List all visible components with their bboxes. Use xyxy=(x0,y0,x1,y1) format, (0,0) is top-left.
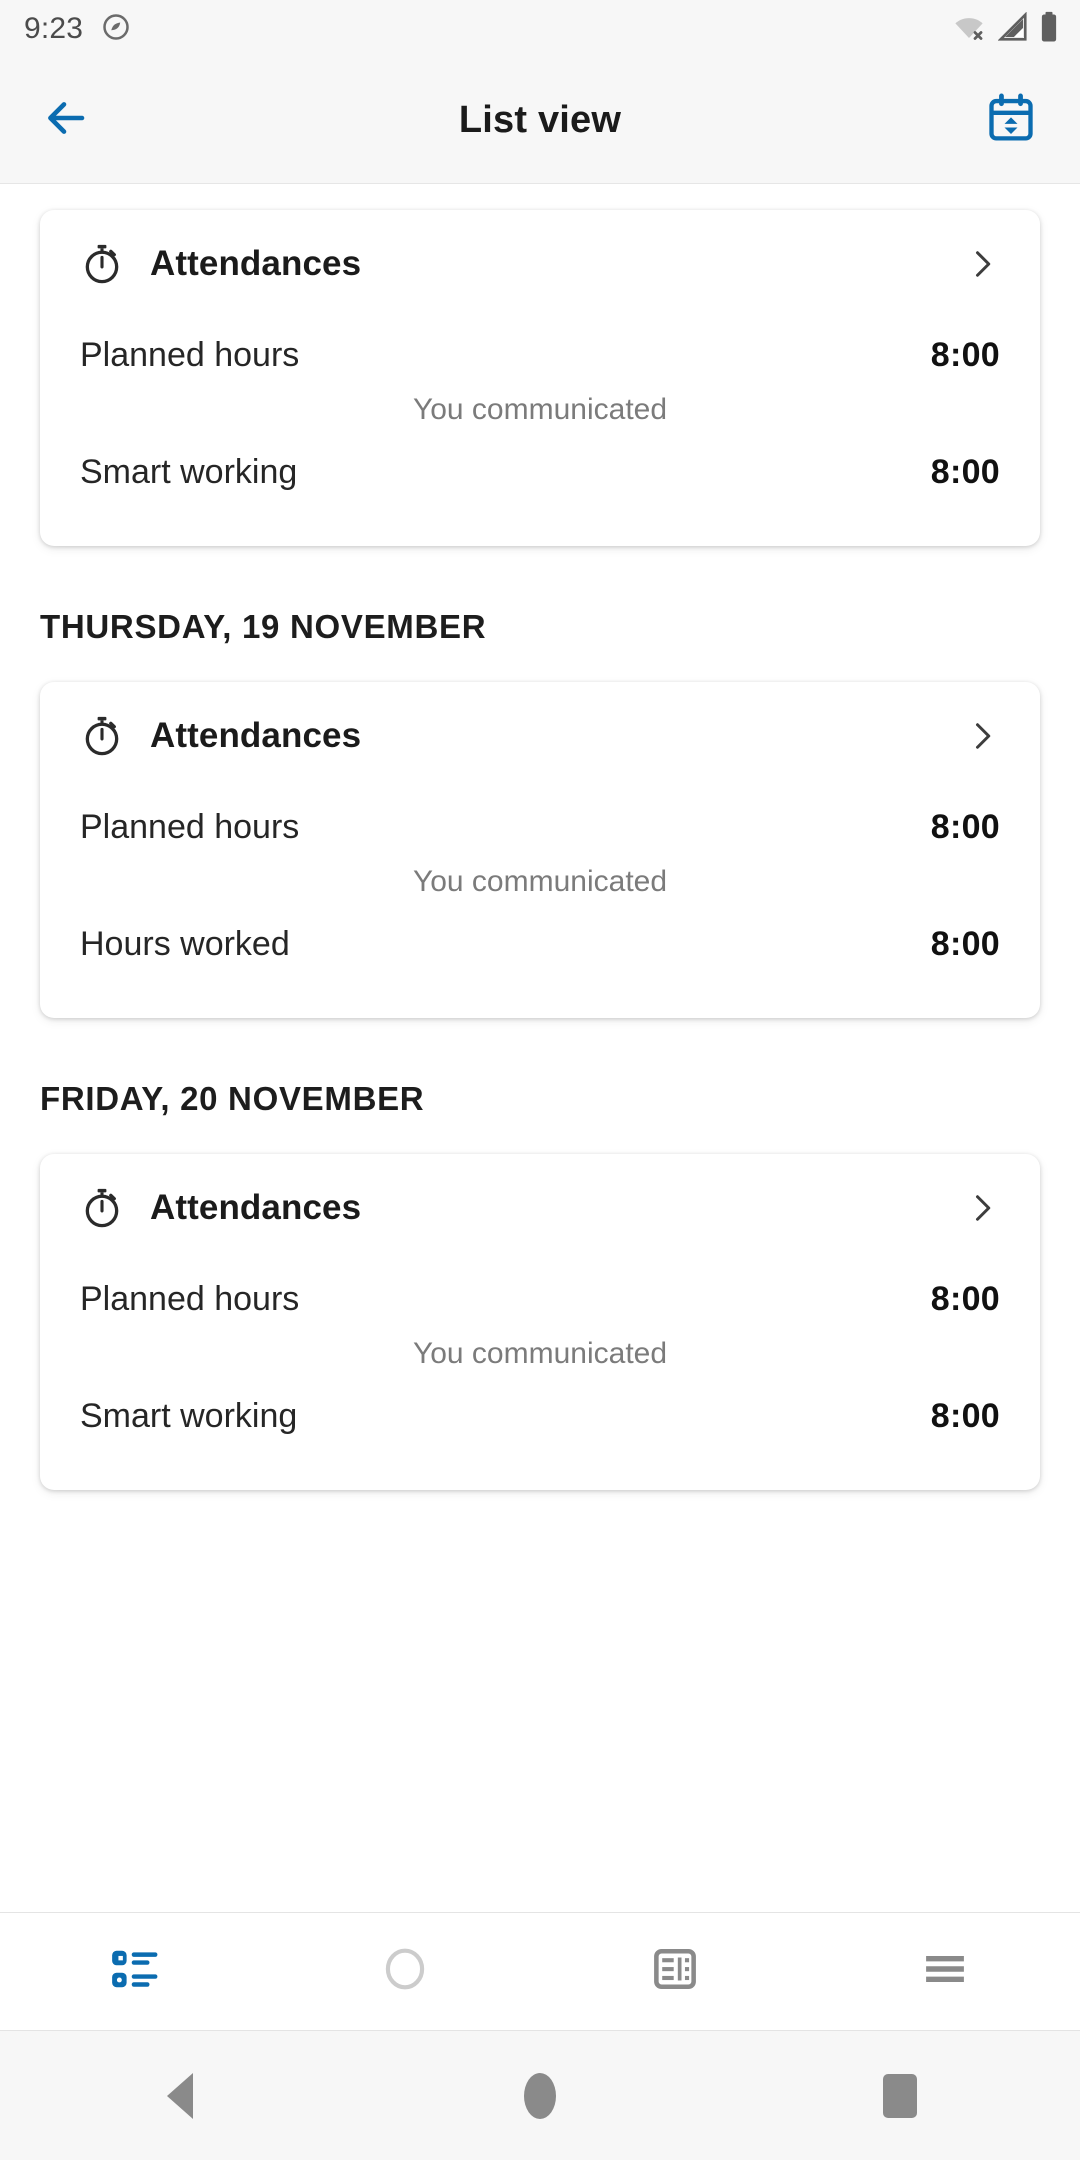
day-header: FRIDAY, 20 NOVEMBER xyxy=(40,1080,425,1117)
attendance-card-title: Attendances xyxy=(150,716,362,755)
row-label: Smart working xyxy=(80,453,298,491)
row-label: Planned hours xyxy=(80,336,300,374)
tab-menu[interactable] xyxy=(810,1913,1080,2030)
attendance-row: Planned hours 8:00 xyxy=(80,790,1000,861)
card-bottom-spacer xyxy=(80,506,1000,546)
chevron-right-icon[interactable] xyxy=(964,718,1000,754)
stopwatch-icon xyxy=(80,714,124,758)
communication-note: You communicated xyxy=(412,1337,668,1370)
communication-note: You communicated xyxy=(412,393,668,426)
square-recents-icon xyxy=(883,2073,917,2118)
day-section: FRIDAY, 20 NOVEMBER Attendances Planned … xyxy=(40,1018,1040,1490)
status-bar-right xyxy=(952,11,1058,48)
chevron-right-icon[interactable] xyxy=(964,1190,1000,1226)
day-section: Attendances Planned hours 8:00 You commu… xyxy=(40,210,1040,546)
attendance-row: Hours worked 8:00 xyxy=(80,907,1000,978)
dashboard-grid-icon xyxy=(649,1943,701,2000)
android-navigation-bar xyxy=(0,2030,1080,2160)
calendar-switch-button[interactable] xyxy=(976,86,1046,156)
android-home-button[interactable] xyxy=(360,2072,720,2119)
list-view-icon xyxy=(107,1941,163,2002)
status-bar: 9:23 xyxy=(0,0,1080,58)
row-value: 8:00 xyxy=(930,336,1000,374)
attendance-card-header[interactable]: Attendances xyxy=(80,210,1000,318)
attendance-card-header[interactable]: Attendances xyxy=(80,682,1000,790)
android-recents-button[interactable] xyxy=(720,2073,1080,2118)
arrow-left-icon xyxy=(42,94,90,147)
android-back-button[interactable] xyxy=(0,2072,360,2119)
attendance-row: Smart working 8:00 xyxy=(80,1379,1000,1450)
dnd-icon xyxy=(101,12,131,47)
day-header: THURSDAY, 19 NOVEMBER xyxy=(40,608,487,645)
row-label: Planned hours xyxy=(80,1280,300,1318)
card-bottom-spacer xyxy=(80,978,1000,1018)
chevron-right-icon[interactable] xyxy=(964,246,1000,282)
circle-home-icon xyxy=(524,2072,556,2119)
tab-list-view[interactable] xyxy=(0,1913,270,2030)
triangle-back-icon xyxy=(167,2072,193,2119)
row-value: 8:00 xyxy=(930,1397,1000,1435)
row-value: 8:00 xyxy=(930,808,1000,846)
attendance-card-header[interactable]: Attendances xyxy=(80,1154,1000,1262)
row-label: Planned hours xyxy=(80,808,300,846)
stopwatch-icon xyxy=(80,1186,124,1230)
row-value: 8:00 xyxy=(930,1280,1000,1318)
attendance-card-title: Attendances xyxy=(150,244,362,283)
app-bar: List view xyxy=(0,58,1080,184)
cellular-signal-icon xyxy=(997,11,1028,47)
wifi-off-icon xyxy=(952,12,986,47)
status-bar-clock: 9:23 xyxy=(24,12,84,45)
row-value: 8:00 xyxy=(930,925,1000,963)
attendance-card[interactable]: Attendances Planned hours 8:00 You commu… xyxy=(40,682,1040,1018)
row-label: Smart working xyxy=(80,1397,298,1435)
calendar-switch-icon xyxy=(985,92,1037,149)
stopwatch-icon xyxy=(80,242,124,286)
communication-note: You communicated xyxy=(412,865,668,898)
bottom-tab-bar xyxy=(0,1912,1080,2030)
row-value: 8:00 xyxy=(930,453,1000,491)
attendance-card[interactable]: Attendances Planned hours 8:00 You commu… xyxy=(40,210,1040,546)
phone-screen: 9:23 List view Attendances Planned hours… xyxy=(0,0,1080,2160)
circle-outline-icon xyxy=(380,1944,430,1999)
attendance-row: Planned hours 8:00 xyxy=(80,1262,1000,1333)
list-scroll-area[interactable]: Attendances Planned hours 8:00 You commu… xyxy=(0,184,1080,1912)
back-button[interactable] xyxy=(34,89,98,153)
status-bar-left: 9:23 xyxy=(24,12,131,47)
attendance-row: Smart working 8:00 xyxy=(80,435,1000,506)
attendance-row: Planned hours 8:00 xyxy=(80,318,1000,389)
day-section: THURSDAY, 19 NOVEMBER Attendances Planne… xyxy=(40,546,1040,1018)
tab-timer[interactable] xyxy=(270,1913,540,2030)
attendance-card-title: Attendances xyxy=(150,1188,362,1227)
row-label: Hours worked xyxy=(80,925,290,963)
attendance-card[interactable]: Attendances Planned hours 8:00 You commu… xyxy=(40,1154,1040,1490)
battery-icon xyxy=(1040,11,1058,48)
hamburger-menu-icon xyxy=(918,1942,972,2001)
card-bottom-spacer xyxy=(80,1450,1000,1490)
page-title: List view xyxy=(458,99,622,141)
tab-dashboard[interactable] xyxy=(540,1913,810,2030)
